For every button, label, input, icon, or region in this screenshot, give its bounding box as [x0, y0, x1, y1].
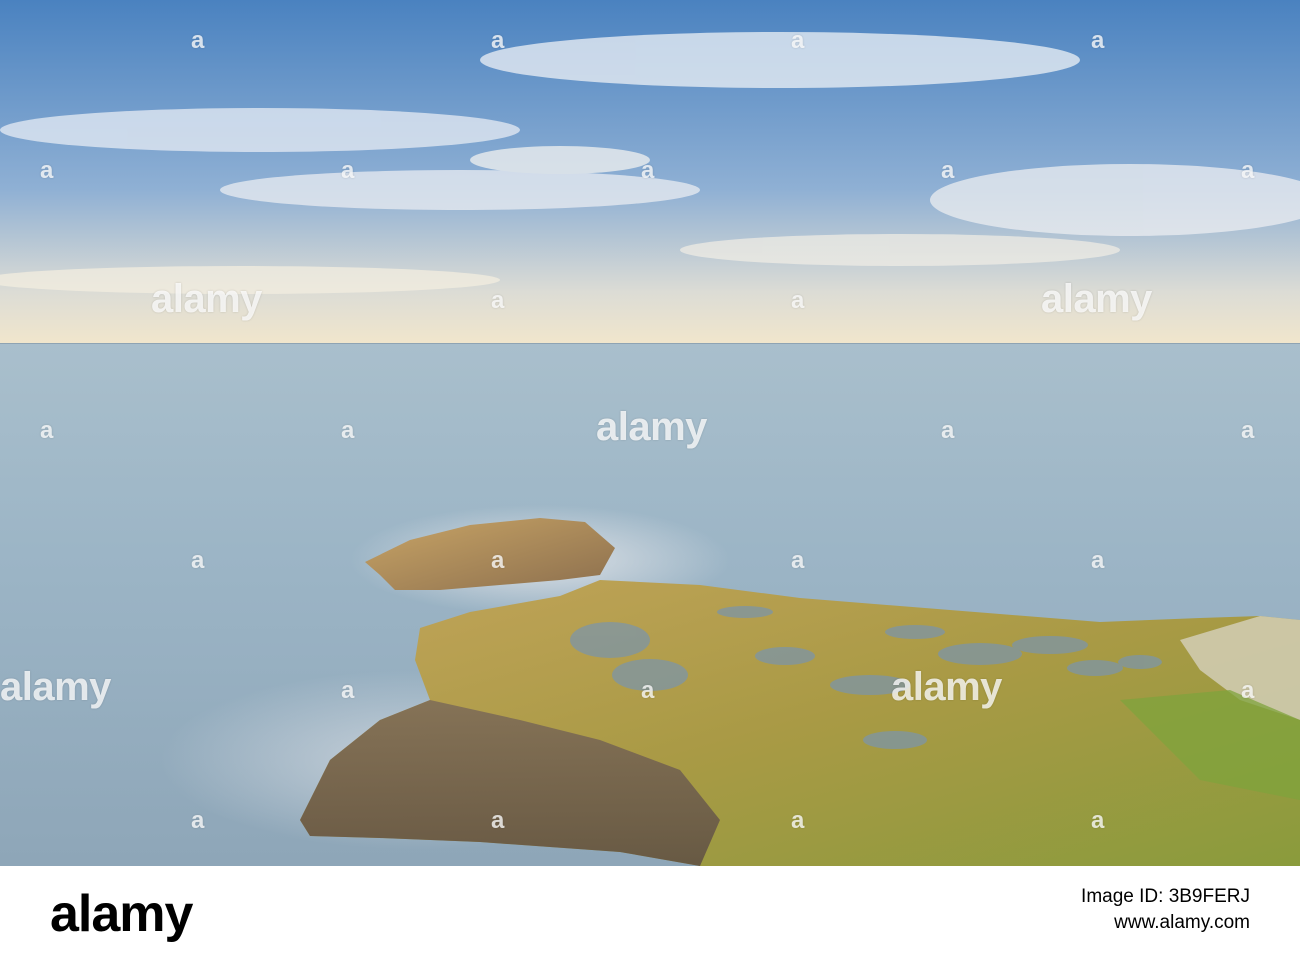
watermark-glyph: a: [791, 807, 804, 834]
watermark-glyph: a: [40, 157, 53, 184]
watermark-glyph: a: [191, 547, 204, 574]
watermark-logo: alamy: [1041, 277, 1152, 321]
watermark-glyph: a: [341, 417, 354, 444]
watermark-glyph: a: [941, 417, 954, 444]
watermark-glyph: a: [40, 417, 53, 444]
watermark-logo: alamy: [596, 405, 707, 449]
watermark-glyph: a: [1241, 677, 1254, 704]
watermark-glyph: a: [1241, 417, 1254, 444]
watermark-glyph: a: [791, 27, 804, 54]
watermark-glyph: a: [1091, 807, 1104, 834]
watermark-logo: alamy: [0, 665, 111, 709]
alamy-logo: alamy: [50, 885, 193, 943]
watermark-glyph: a: [1091, 547, 1104, 574]
watermark-logo: alamy: [891, 665, 1002, 709]
stock-footer: alamy Image ID: 3B9FERJ www.alamy.com: [0, 866, 1300, 956]
watermark-glyph: a: [1241, 157, 1254, 184]
watermark-glyph: a: [641, 677, 654, 704]
watermark-glyph: a: [191, 807, 204, 834]
watermark-glyph: a: [791, 547, 804, 574]
image-info: Image ID: 3B9FERJ www.alamy.com: [1081, 884, 1250, 936]
watermark-glyph: a: [341, 157, 354, 184]
watermark-glyph: a: [1091, 27, 1104, 54]
watermark-glyph: a: [341, 677, 354, 704]
watermark-glyph: a: [641, 157, 654, 184]
watermark-glyph: a: [791, 287, 804, 314]
watermark-glyph: a: [491, 287, 504, 314]
watermark-glyph: a: [491, 807, 504, 834]
watermark-glyph: a: [491, 27, 504, 54]
site-url: www.alamy.com: [1114, 912, 1250, 933]
image-id: Image ID: 3B9FERJ: [1081, 886, 1250, 907]
watermark-glyph: a: [491, 547, 504, 574]
watermark-logo: alamy: [151, 277, 262, 321]
watermark-glyph: a: [941, 157, 954, 184]
watermark-glyph: a: [191, 27, 204, 54]
